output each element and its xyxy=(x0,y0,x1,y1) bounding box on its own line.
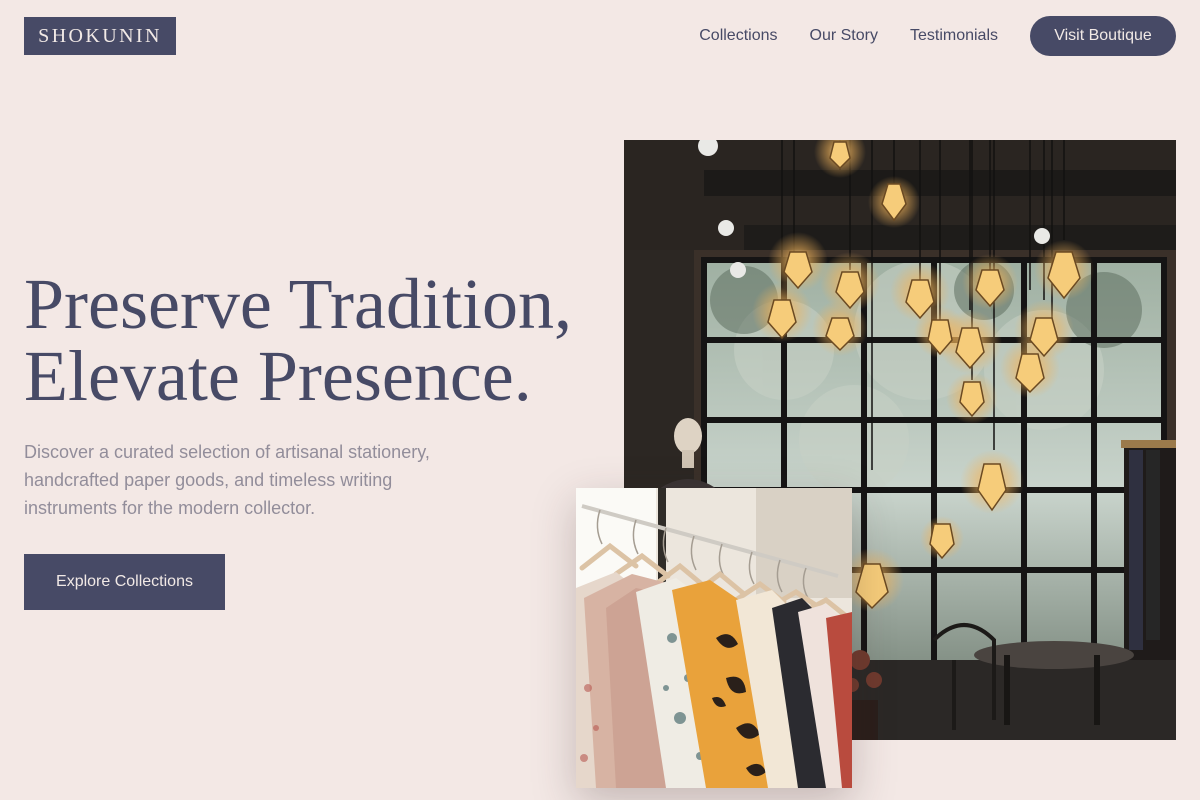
nav-link-collections[interactable]: Collections xyxy=(699,27,777,45)
brand-logo[interactable]: SHOKUNIN xyxy=(24,17,176,55)
hero-description: Discover a curated selection of artisana… xyxy=(24,442,430,518)
hero-title-line-1: Preserve Tradition, xyxy=(24,264,572,344)
hero-title: Preserve Tradition, Elevate Presence. xyxy=(24,268,572,412)
explore-collections-button[interactable]: Explore Collections xyxy=(24,554,225,610)
nav-link-testimonials[interactable]: Testimonials xyxy=(910,27,998,45)
nav-link-our-story[interactable]: Our Story xyxy=(810,27,878,45)
clothing-rack-photo xyxy=(576,488,852,788)
hero-title-line-2: Elevate Presence. xyxy=(24,336,532,416)
main-nav: Collections Our Story Testimonials Visit… xyxy=(699,16,1176,56)
visit-boutique-button[interactable]: Visit Boutique xyxy=(1030,16,1176,56)
